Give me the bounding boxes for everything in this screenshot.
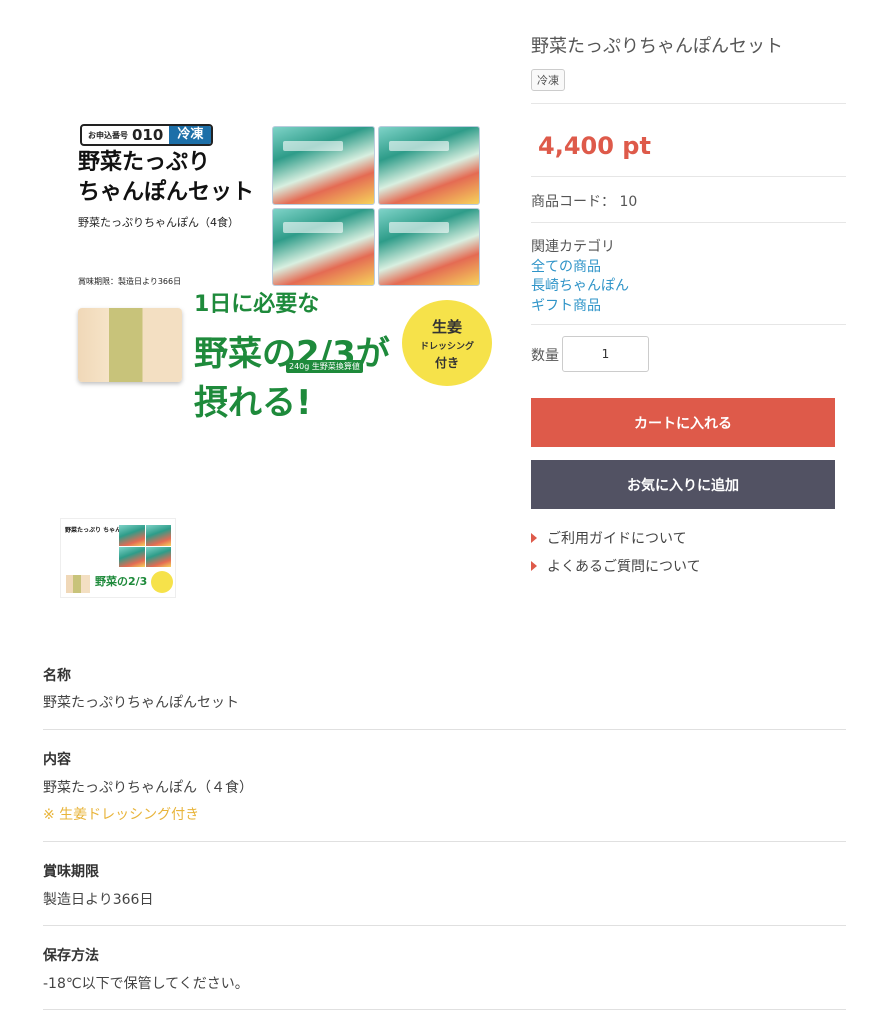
- add-to-favorites-button[interactable]: お気に入りに追加: [531, 460, 835, 509]
- spec-divider: [43, 925, 846, 926]
- faq-label: よくあるご質問について: [547, 559, 701, 575]
- dressing-box-image: [78, 308, 182, 382]
- spec-heading-storage: 保存方法: [43, 948, 99, 964]
- spec-heading-contents: 内容: [43, 752, 71, 768]
- product-thumbnail[interactable]: 野菜たっぷり ちゃんぽんセット 野菜の2/3: [60, 518, 176, 598]
- frozen-badge: 冷凍: [531, 69, 565, 91]
- package-image: [272, 126, 375, 205]
- ginger-line2: ドレッシング: [419, 341, 474, 352]
- package-image: [272, 207, 375, 286]
- caret-right-icon: [531, 533, 537, 543]
- thumbnail-package: [145, 546, 171, 567]
- category-link-gift[interactable]: ギフト商品: [531, 295, 601, 315]
- hero-title: 野菜たっぷり ちゃんぽんセット: [78, 148, 268, 208]
- divider: [531, 222, 846, 223]
- spec-divider: [43, 841, 846, 842]
- hero-subtitle: 野菜たっぷりちゃんぽん（4食）: [78, 216, 239, 229]
- quantity-input[interactable]: [562, 336, 649, 372]
- product-title: 野菜たっぷりちゃんぽんセット: [531, 36, 783, 57]
- order-number: 010: [132, 126, 164, 144]
- faq-link[interactable]: よくあるご質問について: [531, 556, 701, 576]
- thumbnail-ginger-badge: [151, 571, 173, 593]
- vegetable-claim-badge: 240g 生野菜換算値: [286, 360, 363, 373]
- product-code: 商品コード： 10: [531, 194, 638, 210]
- vegetable-claim-line1: 1日に必要な: [194, 292, 320, 317]
- caret-right-icon: [531, 561, 537, 571]
- thumbnail-veg-text: 野菜の2/3: [95, 575, 148, 588]
- usage-guide-link[interactable]: ご利用ガイドについて: [531, 528, 687, 548]
- expiry-note: 賞味期限：製造日より366日: [78, 277, 182, 286]
- hero-title-line1: 野菜たっぷり: [78, 150, 211, 175]
- vegetable-claim-line2: 野菜の2/3が摂れる!: [194, 334, 390, 423]
- divider: [531, 103, 846, 104]
- thumbnail-package: [119, 525, 145, 546]
- spec-value-contents: 野菜たっぷりちゃんぽん（４食）: [43, 780, 253, 796]
- spec-note-contents: ※ 生姜ドレッシング付き: [43, 807, 200, 823]
- spec-divider: [43, 1009, 846, 1010]
- add-to-cart-button[interactable]: カートに入れる: [531, 398, 835, 447]
- spec-divider: [43, 729, 846, 730]
- ginger-line1: 生姜: [431, 317, 462, 336]
- thumbnail-packages: [119, 525, 171, 567]
- spec-heading-expiry: 賞味期限: [43, 864, 99, 880]
- divider: [531, 324, 846, 325]
- vegetable-claim: 1日に必要な 野菜の2/3が摂れる! 240g 生野菜換算値: [194, 286, 404, 423]
- quantity-label: 数量: [531, 348, 559, 364]
- hero-title-line2: ちゃんぽんセット: [78, 180, 255, 205]
- thumbnail-box: [66, 575, 90, 593]
- spec-value-name: 野菜たっぷりちゃんぽんセット: [43, 695, 239, 711]
- category-label: 関連カテゴリ: [531, 239, 615, 255]
- divider: [531, 176, 846, 177]
- ginger-dressing-badge: 生姜 ドレッシング 付き: [402, 300, 492, 386]
- spec-value-storage: -18℃以下で保管してください。: [43, 976, 249, 992]
- product-packages: [272, 126, 480, 286]
- thumbnail-package: [119, 546, 145, 567]
- order-number-tag: お申込番号 010 冷凍: [80, 124, 214, 146]
- ginger-line3: 付き: [434, 355, 459, 370]
- spec-heading-name: 名称: [43, 668, 71, 684]
- package-image: [377, 126, 480, 205]
- order-number-label: お申込番号: [88, 131, 128, 140]
- thumbnail-package: [145, 525, 171, 546]
- product-main-image: お申込番号 010 冷凍 野菜たっぷり ちゃんぽんセット 野菜たっぷりちゃんぽん…: [72, 118, 502, 423]
- usage-guide-label: ご利用ガイドについて: [547, 531, 687, 547]
- category-link-nagasaki-champon[interactable]: 長崎ちゃんぽん: [531, 275, 629, 295]
- package-image: [377, 207, 480, 286]
- price: 4,400 pt: [538, 132, 651, 160]
- spec-value-expiry: 製造日より366日: [43, 892, 154, 908]
- frozen-tag: 冷凍: [169, 126, 212, 144]
- category-link-all[interactable]: 全ての商品: [531, 256, 601, 276]
